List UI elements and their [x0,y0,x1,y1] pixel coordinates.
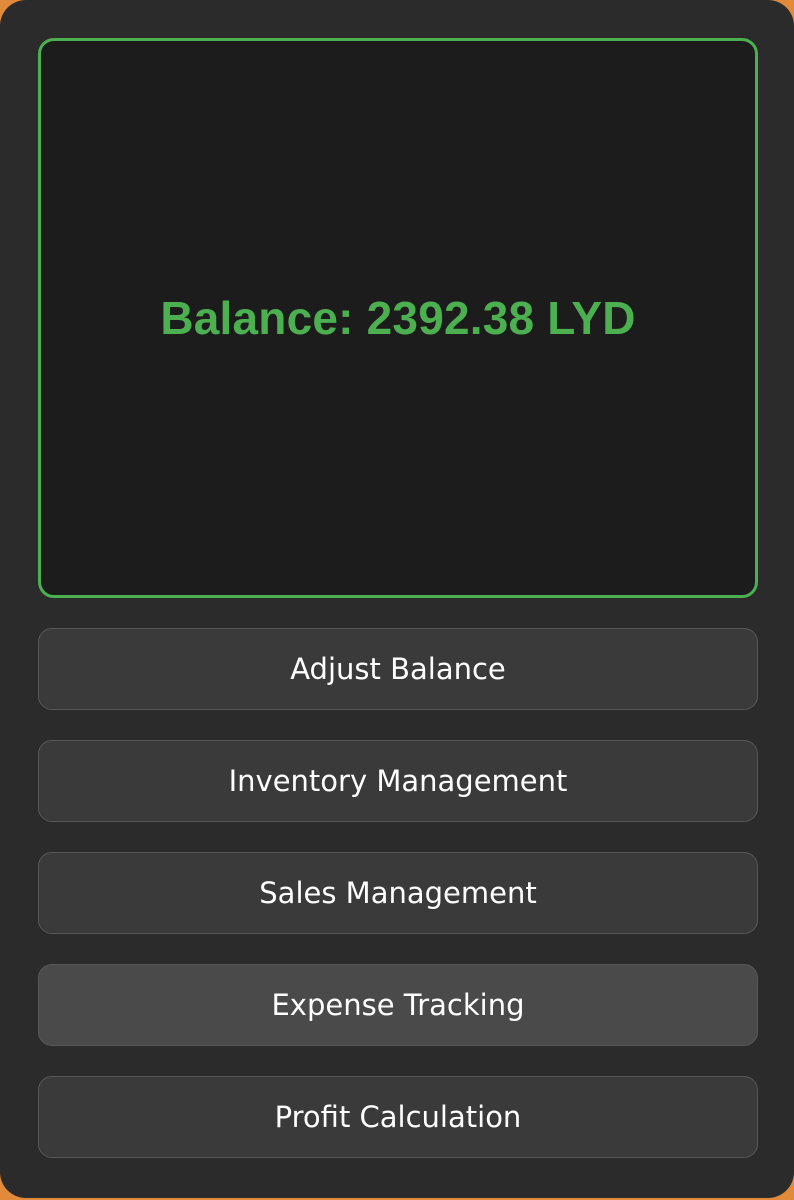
inventory-management-button[interactable]: Inventory Management [38,740,758,822]
adjust-balance-button[interactable]: Adjust Balance [38,628,758,710]
sales-management-button[interactable]: Sales Management [38,852,758,934]
app-window: Balance: 2392.38 LYD Adjust Balance Inve… [0,0,794,1198]
profit-calculation-button[interactable]: Profit Calculation [38,1076,758,1158]
balance-display: Balance: 2392.38 LYD [160,292,636,344]
expense-tracking-button[interactable]: Expense Tracking [38,964,758,1046]
balance-panel: Balance: 2392.38 LYD [38,38,758,598]
